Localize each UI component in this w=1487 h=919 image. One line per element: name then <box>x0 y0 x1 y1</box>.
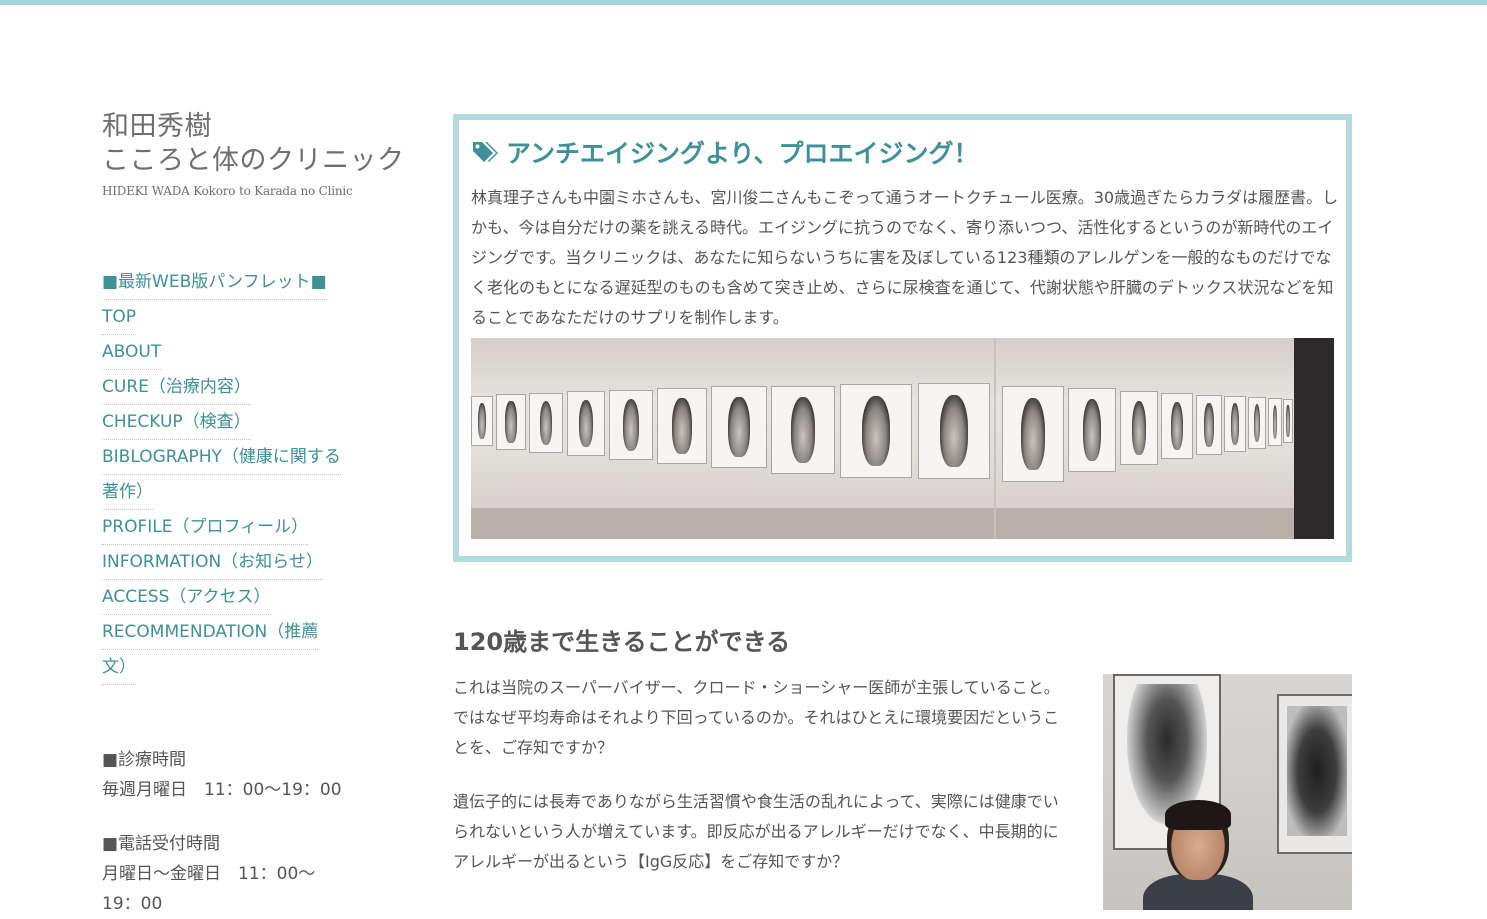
phone-hours-value-2: 19：00 <box>102 894 163 914</box>
logo-english: HIDEKI WADA Kokoro to Karada no Clinic <box>102 184 353 198</box>
top-accent-bar <box>0 0 1487 5</box>
nav-item-information[interactable]: INFORMATION（お知らせ） <box>102 545 323 580</box>
feature-body: 林真理子さんも中園ミホさんも、宮川俊二さんもこぞって通うオートクチュール医療。3… <box>471 188 1339 327</box>
nav-item-bibliography-cont[interactable]: 著作） <box>102 475 153 510</box>
site-logo[interactable]: 和田秀樹 こころと体のクリニック HIDEKI WADA Kokoro to K… <box>102 110 405 198</box>
nav-item-top[interactable]: TOP <box>102 300 137 335</box>
phone-hours-value-1: 月曜日〜金曜日 11：00〜 <box>102 864 316 884</box>
logo-title-line1: 和田秀樹 <box>102 111 212 142</box>
nav-item-about[interactable]: ABOUT <box>102 335 162 370</box>
nav-item-checkup[interactable]: CHECKUP（検査） <box>102 405 251 440</box>
nav-item-bibliography[interactable]: BIBLOGRAPHY（健康に関する <box>102 440 341 475</box>
section-paragraph-1: これは当院のスーパーバイザー、クロード・ショーシャー医師が主張していること。では… <box>453 678 1060 757</box>
feature-heading: アンチエイジングより、プロエイジング！ <box>472 134 979 170</box>
nav-item-access[interactable]: ACCESS（アクセス） <box>102 580 271 615</box>
tags-icon <box>473 142 498 162</box>
logo-title-line2: こころと体のクリニック <box>102 145 405 176</box>
sidebar-nav: ■最新WEB版パンフレット■ TOP ABOUT CURE（治療内容） CHEC… <box>102 265 362 685</box>
nav-item-recommendation-cont[interactable]: 文） <box>102 650 136 685</box>
nav-item-cure[interactable]: CURE（治療内容） <box>102 370 251 405</box>
hours-heading: ■診療時間 <box>102 750 187 770</box>
hours-value: 毎週月曜日 11：00〜19：00 <box>102 780 342 800</box>
nav-item-pamphlet[interactable]: ■最新WEB版パンフレット■ <box>102 265 327 300</box>
gallery-photo <box>471 338 1334 539</box>
section-paragraph-2: 遺伝子的には長寿でありながら生活習慣や食生活の乱れによって、実際には健康でいられ… <box>453 792 1059 871</box>
section-body: これは当院のスーパーバイザー、クロード・ショーシャー医師が主張していること。では… <box>453 673 1073 901</box>
section-heading: 120歳まで生きることができる <box>453 628 791 656</box>
nav-item-recommendation[interactable]: RECOMMENDATION（推薦 <box>102 615 319 650</box>
nav-item-profile[interactable]: PROFILE（プロフィール） <box>102 510 309 545</box>
phone-hours-heading: ■電話受付時間 <box>102 834 221 854</box>
feature-title: アンチエイジングより、プロエイジング！ <box>506 139 979 168</box>
doctor-photo <box>1103 674 1352 910</box>
clinic-info: ■診療時間 毎週月曜日 11：00〜19：00 ■電話受付時間 月曜日〜金曜日 … <box>102 745 362 919</box>
feature-box: アンチエイジングより、プロエイジング！ 林真理子さんも中園ミホさんも、宮川俊二さ… <box>453 114 1352 562</box>
